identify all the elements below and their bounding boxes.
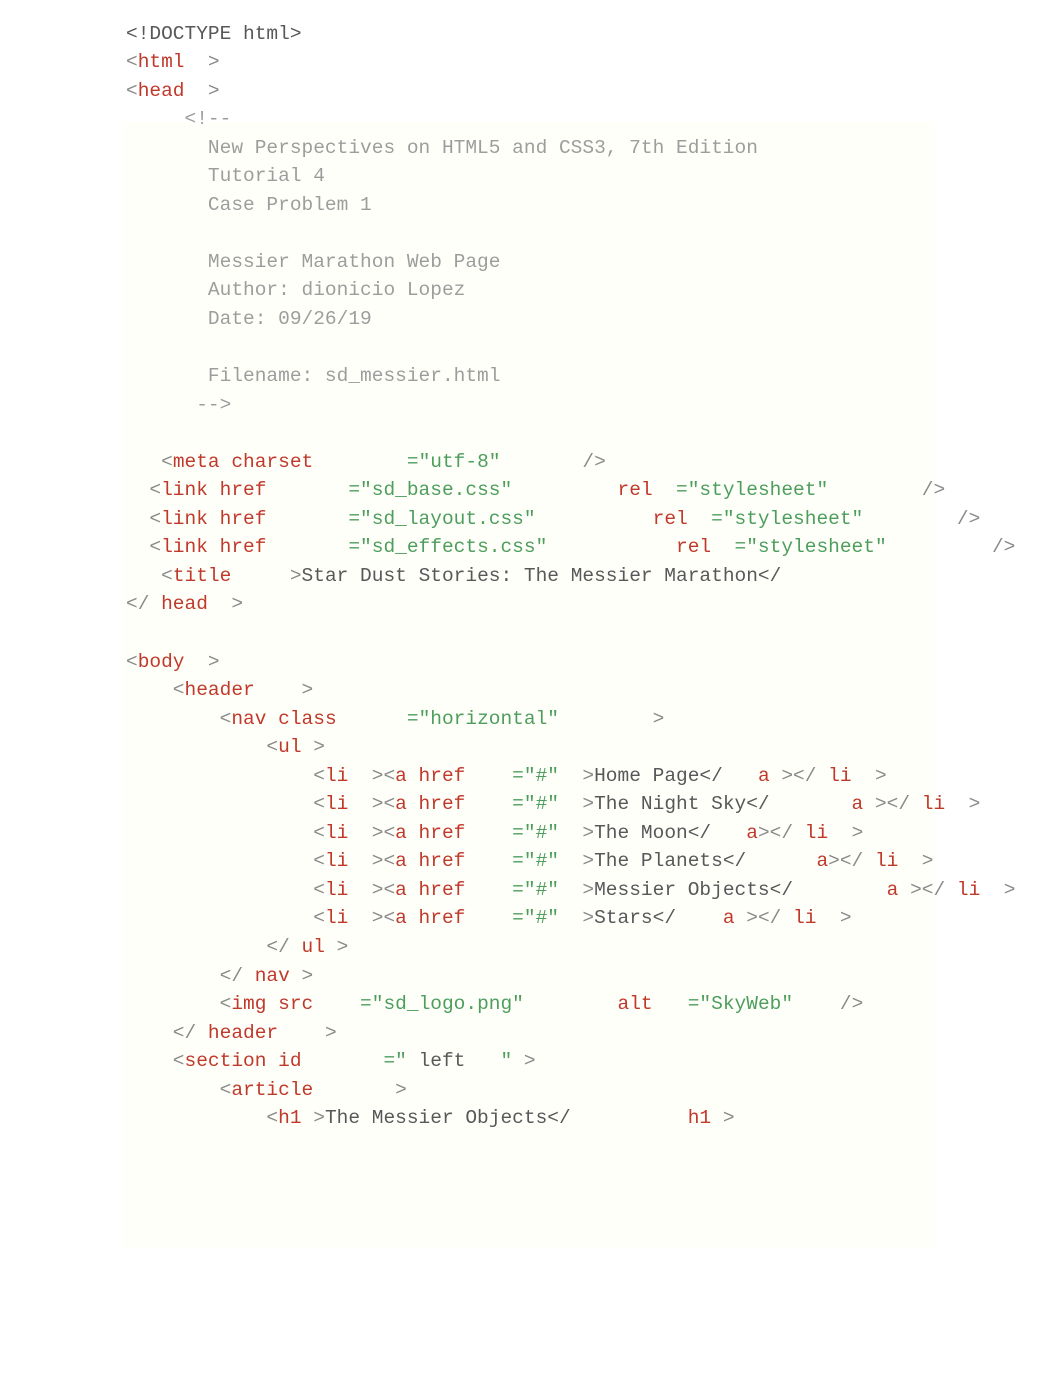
code-line: <meta charset ="utf-8" /> (126, 450, 606, 473)
code-line: <li ><a href ="#" >Messier Objects</ a >… (126, 878, 1016, 901)
code-line: <img src ="sd_logo.png" alt ="SkyWeb" /> (126, 993, 864, 1016)
code-line: <title >Star Dust Stories: The Messier M… (126, 564, 782, 587)
code-line: Case Problem 1 (126, 193, 372, 216)
code-line: <html > (126, 51, 220, 74)
code-line: --> (126, 393, 232, 416)
code-line: Filename: sd_messier.html (126, 365, 501, 388)
code-line: <li ><a href ="#" >Home Page</ a ></ li … (126, 764, 887, 787)
code-line: <link href ="sd_base.css" rel ="styleshe… (126, 479, 946, 502)
code-line: </ header > (126, 1021, 337, 1044)
code-line: <h1 >The Messier Objects</ h1 > (126, 1107, 735, 1130)
code-line: Tutorial 4 (126, 165, 325, 188)
code-line: <header > (126, 679, 314, 702)
code-line: <section id =" left " > (126, 1050, 536, 1073)
code-line: Messier Marathon Web Page (126, 250, 501, 273)
code-line: <body > (126, 650, 220, 673)
code-line: <li ><a href ="#" >The Planets</ a></ li… (126, 850, 934, 873)
code-line: <link href ="sd_layout.css" rel ="styles… (126, 507, 981, 530)
code-line: <link href ="sd_effects.css" rel ="style… (126, 536, 1016, 559)
code-line: <nav class ="horizontal" > (126, 707, 665, 730)
code-line: <li ><a href ="#" >The Night Sky</ a ></… (126, 793, 981, 816)
code-line: <!-- (126, 108, 232, 131)
code-line: Author: dionicio Lopez (126, 279, 466, 302)
code-line: <li ><a href ="#" >Stars</ a ></ li > (126, 907, 852, 930)
code-line: <head > (126, 79, 220, 102)
code-line: <!DOCTYPE html> (126, 22, 302, 45)
code-line: New Perspectives on HTML5 and CSS3, 7th … (126, 136, 758, 159)
code-line: </ ul > (126, 936, 349, 958)
code-line: </ head > (126, 593, 244, 616)
code-line: </ nav > (126, 964, 314, 987)
code-line: Date: 09/26/19 (126, 307, 372, 330)
code-line: <ul > (126, 736, 325, 759)
code-line: <li ><a href ="#" >The Moon</ a></ li > (126, 821, 864, 844)
html-source-code-listing: <!DOCTYPE html> <html > <head > <!-- New P… (0, 20, 1062, 1133)
code-line: <article > (126, 1078, 407, 1101)
